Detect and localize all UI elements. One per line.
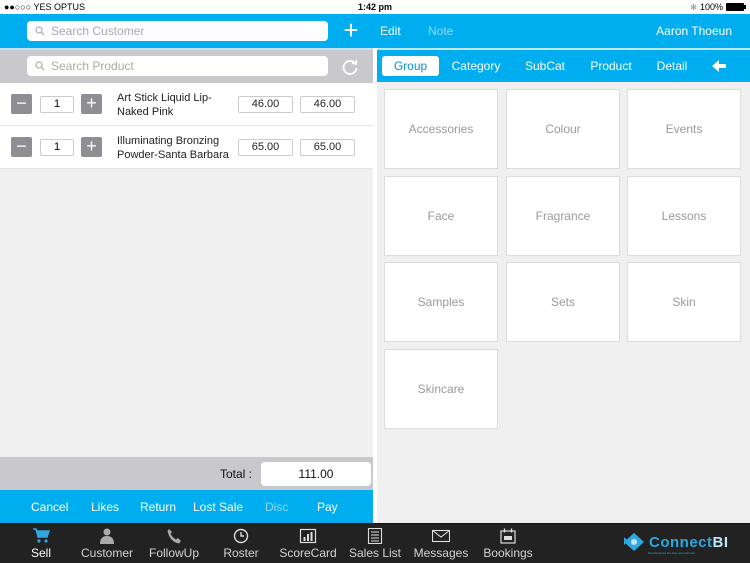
- cart-icon: [33, 528, 50, 543]
- group-tile-samples[interactable]: Samples: [384, 262, 498, 342]
- list-icon: [367, 528, 383, 544]
- lost-sale-button[interactable]: Lost Sale: [193, 500, 243, 514]
- logo-text-bi: BI: [712, 533, 729, 551]
- tabbar-label: Roster: [223, 546, 259, 560]
- total-label: Total :: [220, 467, 253, 481]
- puzzle-logo-icon: [624, 533, 644, 551]
- search-customer-input[interactable]: Search Customer: [27, 21, 328, 41]
- logo-tagline: Revolutionise the way you Connect: [648, 551, 695, 555]
- tab-subcat[interactable]: SubCat: [520, 56, 570, 76]
- arrow-left-icon[interactable]: [710, 57, 728, 75]
- tabbar-label: FollowUp: [148, 546, 199, 560]
- tab-detail[interactable]: Detail: [652, 56, 692, 76]
- group-tile-events[interactable]: Events: [627, 89, 741, 169]
- clock-icon: [233, 528, 249, 544]
- tabbar-item-scorecard[interactable]: ScoreCard: [279, 528, 337, 560]
- product-name: Illuminating Bronzing Powder-Santa Barba…: [117, 135, 229, 161]
- battery-percent: 100%: [699, 2, 723, 12]
- battery-icon: [726, 3, 746, 11]
- envelope-icon: [432, 529, 450, 543]
- likes-button[interactable]: Likes: [91, 500, 119, 514]
- group-tile-colour[interactable]: Colour: [506, 89, 620, 169]
- tabbar-label: Sell: [30, 546, 51, 560]
- line-total-field[interactable]: 46.00: [300, 96, 355, 113]
- decrease-qty-button[interactable]: −: [11, 94, 32, 114]
- clock: 1:42 pm: [357, 2, 392, 12]
- tab-group[interactable]: Group: [382, 56, 439, 76]
- cart-pane: Search Product − 1 + Art Stick Liquid Li…: [0, 48, 373, 523]
- tabbar-label: Customer: [80, 546, 133, 560]
- line-total-field[interactable]: 65.00: [300, 139, 355, 156]
- user-name[interactable]: Aaron Thoeun: [656, 24, 732, 38]
- cart-action-bar: Cancel Likes Return Lost Sale Disc Pay: [0, 490, 373, 523]
- tabbar-item-sell[interactable]: Sell: [28, 528, 54, 560]
- group-tile-face[interactable]: Face: [384, 176, 498, 256]
- refresh-icon[interactable]: [340, 57, 360, 77]
- pay-button[interactable]: Pay: [317, 500, 338, 514]
- product-browser-pane: Group Category SubCat Product Detail Acc…: [377, 48, 750, 523]
- group-tile-sets[interactable]: Sets: [506, 262, 620, 342]
- unit-price-field[interactable]: 65.00: [238, 139, 293, 156]
- top-bar: Search Customer + Edit Note Aaron Thoeun: [0, 14, 750, 48]
- decrease-qty-button[interactable]: −: [11, 137, 32, 157]
- tabbar-label: ScoreCard: [279, 546, 337, 560]
- tabbar-label: Messages: [413, 546, 469, 560]
- search-customer-placeholder: Search Customer: [51, 24, 145, 38]
- bluetooth-icon: ✻: [690, 2, 697, 12]
- group-tile-skincare[interactable]: Skincare: [384, 349, 498, 429]
- qty-field[interactable]: 1: [40, 139, 74, 156]
- search-product-input[interactable]: Search Product: [27, 56, 328, 76]
- tabbar-item-customer[interactable]: Customer: [80, 528, 134, 560]
- bottom-tab-bar: Sell Customer FollowUp Roster ScoreCard …: [0, 523, 750, 563]
- cancel-button[interactable]: Cancel: [31, 500, 68, 514]
- logo-text: ConnectBI: [649, 534, 729, 551]
- tabbar-label: Sales List: [348, 546, 402, 560]
- search-icon: [35, 61, 45, 71]
- add-customer-button[interactable]: +: [340, 17, 362, 43]
- search-product-placeholder: Search Product: [51, 59, 134, 73]
- group-tile-accessories[interactable]: Accessories: [384, 89, 498, 169]
- tabbar-item-messages[interactable]: Messages: [413, 528, 469, 560]
- tabbar-item-sales-list[interactable]: Sales List: [348, 528, 402, 560]
- cart-item-row: − 1 + Illuminating Bronzing Powder-Santa…: [0, 126, 373, 169]
- total-bar: Total : 111.00: [0, 457, 373, 490]
- tabbar-item-roster[interactable]: Roster: [222, 528, 260, 560]
- status-bar: ●●○○○ YES OPTUS 1:42 pm ✻ 100%: [0, 0, 750, 14]
- connectbi-logo: ConnectBI Revolutionise the way you Conn…: [622, 532, 729, 555]
- tabbar-label: Bookings: [483, 546, 533, 560]
- person-icon: [100, 528, 114, 544]
- product-name: Art Stick Liquid Lip-Naked Pink: [117, 92, 212, 118]
- tab-category[interactable]: Category: [447, 56, 505, 76]
- group-tile-lessons[interactable]: Lessons: [627, 176, 741, 256]
- phone-icon: [167, 529, 181, 544]
- tabbar-item-bookings[interactable]: Bookings: [482, 528, 534, 560]
- increase-qty-button[interactable]: +: [81, 94, 102, 114]
- group-tile-skin[interactable]: Skin: [627, 262, 741, 342]
- increase-qty-button[interactable]: +: [81, 137, 102, 157]
- logo-text-connect: Connect: [649, 533, 713, 551]
- cart-item-row: − 1 + Art Stick Liquid Lip-Naked Pink 46…: [0, 83, 373, 126]
- browser-tabs: Group Category SubCat Product Detail: [377, 48, 750, 82]
- battery-indicator: ✻ 100%: [690, 2, 746, 12]
- qty-field[interactable]: 1: [40, 96, 74, 113]
- total-value: 111.00: [261, 462, 371, 486]
- discount-button[interactable]: Disc: [265, 500, 288, 514]
- return-button[interactable]: Return: [140, 500, 176, 514]
- bar-chart-icon: [299, 528, 317, 544]
- tabbar-item-followup[interactable]: FollowUp: [148, 528, 200, 560]
- unit-price-field[interactable]: 46.00: [238, 96, 293, 113]
- calendar-icon: [500, 528, 516, 544]
- edit-button[interactable]: Edit: [380, 24, 401, 38]
- search-icon: [35, 26, 45, 36]
- tab-product[interactable]: Product: [585, 56, 637, 76]
- note-button[interactable]: Note: [428, 24, 453, 38]
- cart-items: − 1 + Art Stick Liquid Lip-Naked Pink 46…: [0, 83, 373, 169]
- product-search-bar: Search Product: [0, 48, 373, 83]
- group-tile-fragrance[interactable]: Fragrance: [506, 176, 620, 256]
